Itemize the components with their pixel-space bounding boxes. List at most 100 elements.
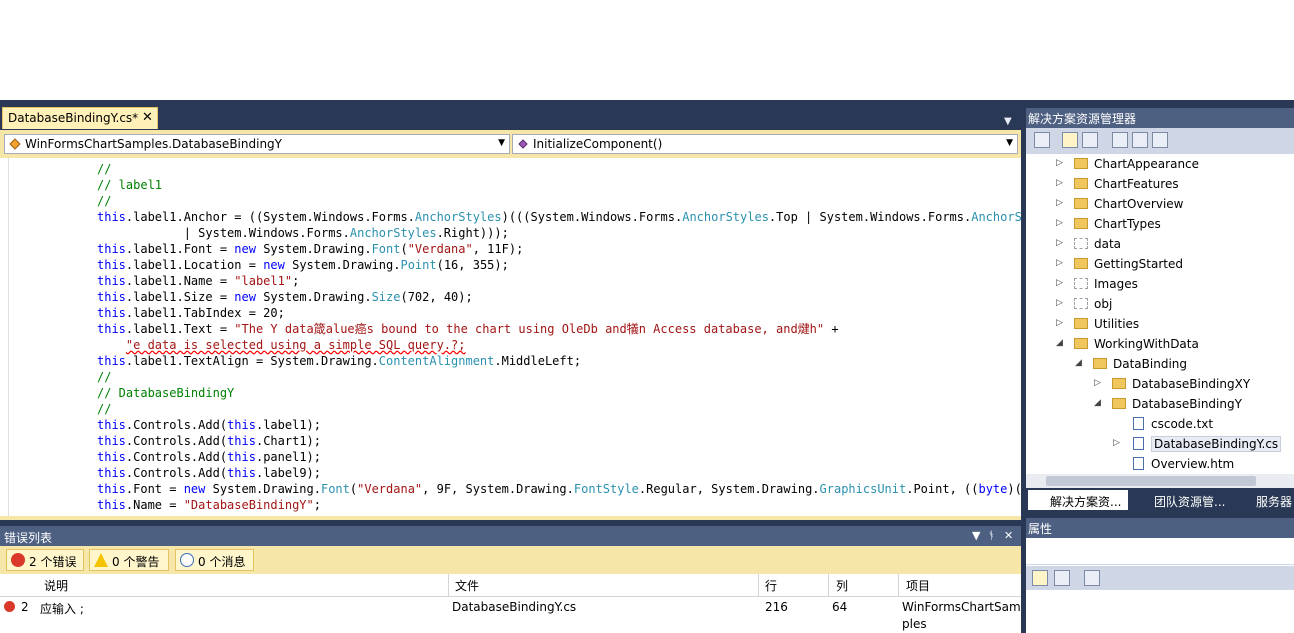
- chevron-down-icon[interactable]: ▼: [972, 529, 980, 542]
- solution-explorer-header: 解决方案资源管理器: [1026, 108, 1294, 128]
- tab-dropdown-icon[interactable]: ▼: [1004, 116, 1012, 127]
- column-divider[interactable]: [828, 574, 829, 596]
- code-line[interactable]: //: [97, 161, 111, 177]
- code-token: , 9F, System.Drawing.: [422, 482, 574, 496]
- error-list-title: 错误列表: [4, 531, 53, 545]
- refresh-icon[interactable]: [1082, 132, 1098, 148]
- close-icon[interactable]: ✕: [1004, 529, 1013, 542]
- expand-arrow-icon[interactable]: ▷: [1056, 278, 1063, 288]
- code-line[interactable]: //: [97, 401, 111, 417]
- class-icon: [9, 138, 21, 150]
- column-divider[interactable]: [758, 574, 759, 596]
- column-project[interactable]: 项目: [906, 577, 930, 594]
- expand-arrow-icon[interactable]: ▷: [1056, 238, 1063, 248]
- code-token: new: [183, 482, 206, 496]
- code-token: Point: [400, 258, 437, 272]
- member-combo[interactable]: InitializeComponent() ▼: [512, 134, 1018, 154]
- tab-team-explorer[interactable]: 团队资源管...: [1132, 490, 1232, 510]
- column-file[interactable]: 文件: [455, 577, 479, 594]
- warning-icon: [94, 553, 108, 567]
- code-token: .Top | System.Windows.Forms.: [768, 210, 972, 224]
- filter-messages-button[interactable]: 0 个消息: [175, 549, 254, 571]
- column-divider[interactable]: [448, 574, 449, 596]
- code-token: Size: [371, 290, 401, 304]
- tab-databasebindingy-cs[interactable]: DatabaseBindingY.cs* ✕: [2, 107, 158, 129]
- code-line[interactable]: this.Name = "DatabaseBindingY";: [97, 497, 321, 513]
- show-all-files-icon[interactable]: [1062, 132, 1078, 148]
- column-line[interactable]: 行: [765, 577, 777, 594]
- code-token: this: [97, 306, 126, 320]
- code-line[interactable]: this.Controls.Add(this.panel1);: [97, 449, 321, 465]
- code-line[interactable]: //: [97, 369, 111, 385]
- expand-arrow-icon[interactable]: ▷: [1094, 378, 1101, 388]
- editor-bottom-border: [0, 516, 1021, 520]
- expand-arrow-icon[interactable]: ▷: [1056, 178, 1063, 188]
- code-line[interactable]: // label1: [97, 177, 162, 193]
- pin-icon[interactable]: ᚬ: [988, 529, 995, 542]
- tree-node-label: obj: [1094, 297, 1113, 311]
- tab-solution-explorer[interactable]: 解决方案资...: [1028, 490, 1128, 510]
- class-combo[interactable]: WinFormsChartSamples.DatabaseBindingY ▼: [4, 134, 510, 154]
- error-icon: [11, 553, 25, 567]
- code-token: new: [234, 290, 256, 304]
- tree-node-label: Overview.htm: [1151, 457, 1235, 471]
- chevron-down-icon[interactable]: ▼: [498, 138, 505, 148]
- properties-icon[interactable]: [1034, 132, 1050, 148]
- expand-arrow-icon[interactable]: ▷: [1056, 158, 1063, 168]
- navigation-bar: WinFormsChartSamples.DatabaseBindingY ▼ …: [0, 130, 1021, 158]
- code-editor[interactable]: //// label1//this.label1.Anchor = ((Syst…: [0, 158, 1021, 518]
- code-token: this: [227, 450, 256, 464]
- collapse-arrow-icon[interactable]: ◢: [1075, 358, 1082, 368]
- code-token: .Regular, System.Drawing.: [638, 482, 820, 496]
- code-token: .Controls.Add(: [125, 450, 228, 464]
- filter-warnings-button[interactable]: 0 个警告: [89, 549, 169, 571]
- solution-explorer-toolbar: [1026, 128, 1294, 154]
- scrollbar-thumb[interactable]: [1046, 476, 1256, 486]
- code-line[interactable]: this.label1.Size = new System.Drawing.Si…: [97, 289, 473, 305]
- code-line[interactable]: this.Controls.Add(this.label9);: [97, 465, 321, 481]
- tab-server-explorer[interactable]: 服务器: [1236, 490, 1294, 510]
- close-icon[interactable]: ✕: [142, 110, 153, 125]
- categorized-icon[interactable]: [1032, 570, 1048, 586]
- expand-arrow-icon[interactable]: ▷: [1056, 198, 1063, 208]
- code-line[interactable]: this.label1.Font = new System.Drawing.Fo…: [97, 241, 523, 257]
- filter-errors-button[interactable]: 2 个错误: [6, 549, 84, 571]
- code-line[interactable]: // DatabaseBindingY: [97, 385, 234, 401]
- folder-icon: [1074, 238, 1088, 249]
- expand-arrow-icon[interactable]: ▷: [1056, 218, 1063, 228]
- code-token: ;: [313, 498, 321, 512]
- code-token: .label1);: [255, 418, 321, 432]
- chevron-down-icon[interactable]: ▼: [1006, 138, 1013, 148]
- code-line[interactable]: | System.Windows.Forms.AnchorStyles.Righ…: [97, 225, 509, 241]
- class-diagram-icon[interactable]: [1152, 132, 1168, 148]
- view-designer-icon[interactable]: [1132, 132, 1148, 148]
- collapse-arrow-icon[interactable]: ◢: [1094, 398, 1101, 408]
- row-line: 216: [765, 600, 788, 614]
- code-line[interactable]: this.label1.Name = "label1";: [97, 273, 299, 289]
- code-line[interactable]: this.Font = new System.Drawing.Font("Ver…: [97, 481, 1021, 497]
- column-description[interactable]: 说明: [44, 577, 68, 594]
- folder-icon: [1074, 198, 1088, 209]
- code-line[interactable]: this.label1.Location = new System.Drawin…: [97, 257, 509, 273]
- expand-arrow-icon[interactable]: ▷: [1056, 318, 1063, 328]
- code-line[interactable]: //: [97, 193, 111, 209]
- column-col[interactable]: 列: [836, 577, 848, 594]
- property-pages-icon[interactable]: [1084, 570, 1100, 586]
- code-line[interactable]: this.Controls.Add(this.label1);: [97, 417, 321, 433]
- expand-arrow-icon[interactable]: ▷: [1056, 298, 1063, 308]
- code-token: //: [97, 370, 112, 384]
- code-line[interactable]: this.Controls.Add(this.Chart1);: [97, 433, 321, 449]
- expand-arrow-icon[interactable]: ▷: [1056, 258, 1063, 268]
- code-line[interactable]: this.label1.TabIndex = 20;: [97, 305, 285, 321]
- code-line[interactable]: this.label1.Anchor = ((System.Windows.Fo…: [97, 209, 1021, 225]
- collapse-arrow-icon[interactable]: ◢: [1056, 338, 1063, 348]
- code-line[interactable]: this.label1.Text = "The Y data箴alue癌s bo…: [97, 321, 839, 337]
- code-line[interactable]: "e data is selected using a simple SQL q…: [97, 337, 466, 353]
- code-line[interactable]: this.label1.TextAlign = System.Drawing.C…: [97, 353, 581, 369]
- expand-arrow-icon[interactable]: ▷: [1113, 438, 1120, 448]
- column-divider[interactable]: [898, 574, 899, 596]
- object-selector[interactable]: [1026, 540, 1294, 565]
- alphabetical-icon[interactable]: [1054, 570, 1070, 586]
- horizontal-scrollbar[interactable]: [1026, 474, 1294, 488]
- view-code-icon[interactable]: [1112, 132, 1128, 148]
